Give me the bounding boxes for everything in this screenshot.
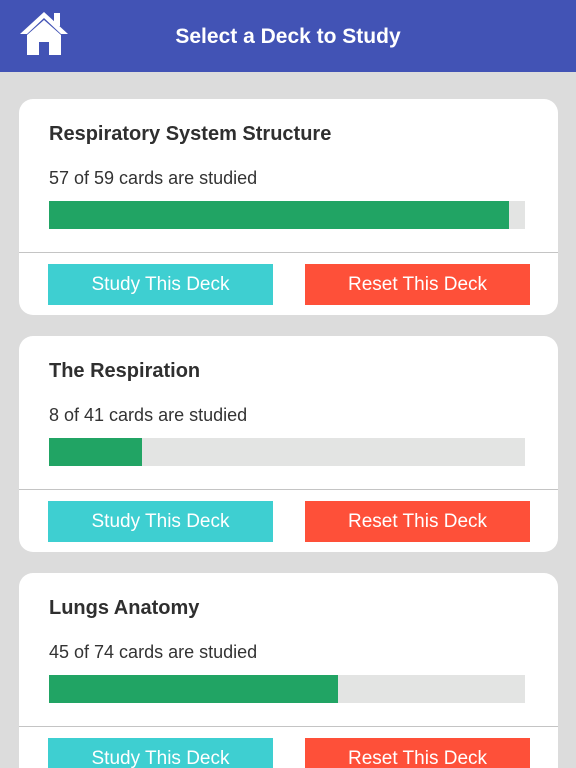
deck-progress-text: 8 of 41 cards are studied [49,405,248,425]
deck-progress-bar [49,201,525,229]
deck-card: The Respiration 8 of 41 cards are studie… [19,336,558,552]
reset-deck-button[interactable]: Reset This Deck [305,738,530,768]
deck-title: The Respiration [49,360,201,382]
study-deck-button[interactable]: Study This Deck [48,501,273,542]
card-divider [19,489,558,490]
page-title: Select a Deck to Study [175,25,401,48]
deck-progress-fill [49,438,142,466]
study-deck-button[interactable]: Study This Deck [48,264,273,305]
deck-progress-fill [49,201,509,229]
deck-list[interactable]: Respiratory System Structure 57 of 59 ca… [0,72,576,768]
card-divider [19,726,558,727]
deck-title: Lungs Anatomy [49,597,200,619]
deck-progress-bar [49,675,525,703]
deck-progress-text: 45 of 74 cards are studied [49,642,258,662]
deck-title: Respiratory System Structure [49,123,332,145]
reset-deck-button[interactable]: Reset This Deck [305,501,530,542]
deck-card: Respiratory System Structure 57 of 59 ca… [19,99,558,315]
home-button[interactable] [19,10,69,56]
reset-deck-button[interactable]: Reset This Deck [305,264,530,305]
deck-card: Lungs Anatomy 45 of 74 cards are studied… [19,573,558,768]
app-header: Select a Deck to Study [0,0,576,72]
deck-progress-text: 57 of 59 cards are studied [49,168,258,188]
deck-progress-fill [49,675,339,703]
home-icon [20,12,68,55]
card-divider [19,252,558,253]
study-deck-button[interactable]: Study This Deck [48,738,273,768]
deck-progress-bar [49,438,525,466]
